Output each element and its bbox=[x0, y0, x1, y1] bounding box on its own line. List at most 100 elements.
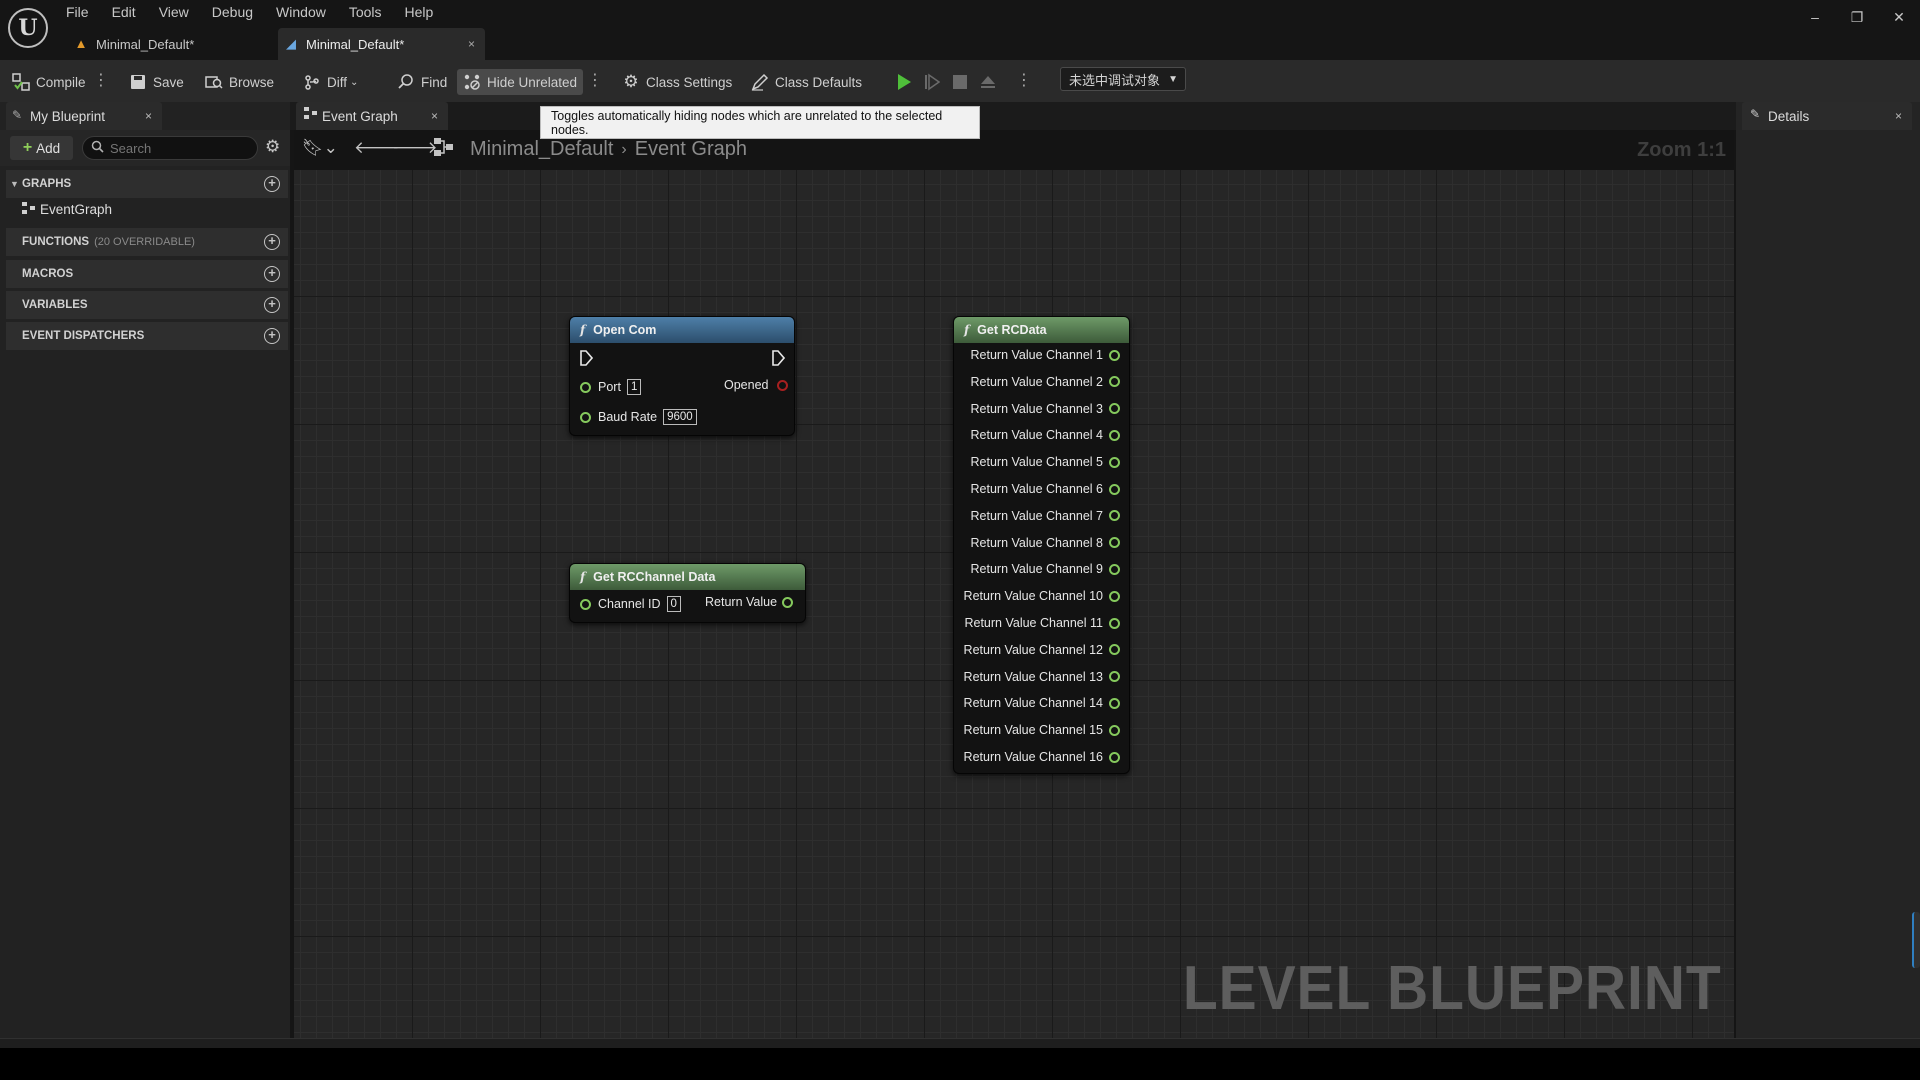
hide-unrelated-button[interactable]: Hide Unrelated bbox=[457, 69, 584, 95]
hide-unrelated-options-icon[interactable]: ⋮ bbox=[587, 70, 603, 92]
panel-resize-handle[interactable] bbox=[1912, 912, 1920, 968]
close-icon[interactable]: × bbox=[145, 109, 152, 123]
rcdata-output-pin[interactable]: Return Value Channel 5 bbox=[971, 455, 1120, 469]
class-settings-label: Class Settings bbox=[646, 74, 733, 90]
rcdata-output-pin[interactable]: Return Value Channel 15 bbox=[964, 723, 1120, 737]
hide-unrelated-icon bbox=[463, 73, 481, 91]
save-button[interactable]: Save bbox=[129, 69, 184, 95]
node-get-rcchannel-data[interactable]: f Get RCChannel Data Channel ID 0 Return… bbox=[569, 563, 806, 623]
menu-edit[interactable]: Edit bbox=[112, 2, 136, 22]
node-header[interactable]: f Get RCData bbox=[954, 317, 1129, 343]
exec-in-pin[interactable] bbox=[579, 350, 593, 366]
add-function-icon[interactable]: + bbox=[264, 234, 280, 250]
node-open-com[interactable]: f Open Com Port 1 Opened Baud Rate 9600 bbox=[569, 316, 795, 436]
breadcrumb-current[interactable]: Event Graph bbox=[635, 138, 747, 161]
exec-out-pin[interactable] bbox=[771, 350, 785, 366]
doc-tab-blueprint[interactable]: ◢ Minimal_Default* × bbox=[278, 28, 485, 60]
rcdata-output-pin[interactable]: Return Value Channel 7 bbox=[971, 509, 1120, 523]
close-icon[interactable]: × bbox=[1895, 109, 1902, 123]
category-variables[interactable]: VARIABLES + bbox=[6, 291, 288, 319]
close-tab-icon[interactable]: × bbox=[468, 37, 475, 51]
channel-id-value-input[interactable]: 0 bbox=[666, 596, 681, 612]
category-macros[interactable]: MACROS + bbox=[6, 260, 288, 288]
rcdata-output-pin[interactable]: Return Value Channel 2 bbox=[971, 375, 1120, 389]
search-input[interactable] bbox=[110, 140, 240, 156]
compile-options-icon[interactable]: ⋮ bbox=[93, 70, 109, 92]
rcdata-output-pin[interactable]: Return Value Channel 8 bbox=[971, 536, 1120, 550]
baud-rate-value-input[interactable]: 9600 bbox=[663, 409, 697, 425]
compile-button[interactable]: Compile bbox=[12, 69, 86, 95]
rcdata-output-pin[interactable]: Return Value Channel 16 bbox=[964, 750, 1120, 764]
rcdata-output-pin[interactable]: Return Value Channel 13 bbox=[964, 670, 1120, 684]
settings-gear-icon[interactable]: ⚙ bbox=[265, 137, 280, 157]
eject-icon[interactable] bbox=[974, 69, 1002, 95]
opened-pin[interactable]: Opened bbox=[724, 378, 789, 392]
plus-icon: + bbox=[22, 139, 33, 156]
add-macro-icon[interactable]: + bbox=[264, 266, 280, 282]
pin-circle-icon bbox=[580, 598, 591, 610]
breadcrumb-root[interactable]: Minimal_Default bbox=[470, 138, 613, 161]
node-header[interactable]: f Get RCChannel Data bbox=[570, 564, 805, 590]
find-button[interactable]: Find bbox=[397, 69, 447, 95]
port-value-input[interactable]: 1 bbox=[626, 379, 642, 395]
step-icon[interactable] bbox=[918, 69, 946, 95]
menu-help[interactable]: Help bbox=[405, 2, 434, 22]
close-window-icon[interactable]: ✕ bbox=[1878, 0, 1920, 34]
add-button[interactable]: + Add bbox=[10, 136, 73, 160]
category-graphs[interactable]: ▼ GRAPHS + bbox=[6, 170, 288, 198]
rcdata-output-pin[interactable]: Return Value Channel 12 bbox=[964, 643, 1120, 657]
details-panel: ✎ Details × bbox=[1736, 102, 1920, 1048]
add-variable-icon[interactable]: + bbox=[264, 297, 280, 313]
tab-event-graph[interactable]: Event Graph × bbox=[296, 102, 448, 130]
bookmark-icon[interactable]: 🔖︎⌄ bbox=[302, 138, 338, 158]
menu-debug[interactable]: Debug bbox=[212, 2, 253, 22]
toolbar: Compile ⋮ Save Browse Diff ⌄ Find Hide U… bbox=[0, 60, 1920, 102]
node-header[interactable]: f Open Com bbox=[570, 317, 794, 343]
menu-window[interactable]: Window bbox=[276, 2, 326, 22]
minimize-icon[interactable]: – bbox=[1794, 0, 1836, 34]
pin-circle-icon bbox=[1109, 563, 1120, 575]
menu-view[interactable]: View bbox=[159, 2, 189, 22]
stop-icon[interactable] bbox=[946, 69, 974, 95]
rcdata-output-pin[interactable]: Return Value Channel 4 bbox=[971, 428, 1120, 442]
class-settings-button[interactable]: ⚙ Class Settings bbox=[622, 69, 732, 95]
rcdata-output-pin[interactable]: Return Value Channel 9 bbox=[971, 562, 1120, 576]
rcdata-output-pin[interactable]: Return Value Channel 14 bbox=[964, 696, 1120, 710]
add-dispatcher-icon[interactable]: + bbox=[264, 328, 280, 344]
tab-details[interactable]: ✎ Details × bbox=[1742, 102, 1912, 130]
class-defaults-button[interactable]: Class Defaults bbox=[751, 69, 862, 95]
category-functions[interactable]: FUNCTIONS (20 OVERRIDABLE) + bbox=[6, 228, 288, 256]
diff-button[interactable]: Diff ⌄ bbox=[303, 69, 358, 95]
pin-circle-icon bbox=[1109, 590, 1120, 602]
play-options-icon[interactable]: ⋮ bbox=[1016, 70, 1032, 92]
restore-icon[interactable]: ❐ bbox=[1836, 0, 1878, 34]
unreal-logo-icon[interactable]: U bbox=[8, 8, 48, 48]
tab-my-blueprint[interactable]: ✎ My Blueprint × bbox=[6, 102, 162, 130]
category-event-dispatchers[interactable]: EVENT DISPATCHERS + bbox=[6, 322, 288, 350]
menu-tools[interactable]: Tools bbox=[349, 2, 382, 22]
menu-bar: File Edit View Debug Window Tools Help bbox=[66, 2, 456, 22]
forward-arrow-icon[interactable]: 🡒 bbox=[392, 138, 438, 158]
return-value-pin[interactable]: Return Value bbox=[705, 595, 794, 609]
diff-icon bbox=[303, 73, 321, 91]
add-graph-icon[interactable]: + bbox=[264, 176, 280, 192]
doc-tab-level[interactable]: ▲ Minimal_Default* bbox=[68, 28, 272, 60]
rcdata-output-pin[interactable]: Return Value Channel 11 bbox=[964, 616, 1120, 630]
search-field[interactable] bbox=[82, 136, 258, 160]
graph-canvas[interactable]: f Open Com Port 1 Opened Baud Rate 9600 … bbox=[294, 170, 1734, 1038]
debug-object-dropdown[interactable]: 未选中调试对象 ▼ bbox=[1060, 67, 1186, 91]
rcdata-output-pin[interactable]: Return Value Channel 1 bbox=[971, 348, 1120, 362]
baud-rate-pin[interactable]: Baud Rate 9600 bbox=[580, 409, 697, 425]
play-icon[interactable] bbox=[890, 69, 918, 95]
menu-file[interactable]: File bbox=[66, 2, 89, 22]
channel-id-pin[interactable]: Channel ID 0 bbox=[580, 596, 681, 612]
close-icon[interactable]: × bbox=[431, 109, 438, 123]
rcdata-output-pin[interactable]: Return Value Channel 10 bbox=[964, 589, 1120, 603]
port-pin[interactable]: Port 1 bbox=[580, 379, 642, 395]
pin-circle-icon bbox=[1109, 751, 1120, 763]
browse-button[interactable]: Browse bbox=[205, 69, 274, 95]
rcdata-output-pin[interactable]: Return Value Channel 6 bbox=[971, 482, 1120, 496]
node-get-rcdata[interactable]: f Get RCData Return Value Channel 1 Retur… bbox=[953, 316, 1130, 774]
graph-item-eventgraph[interactable]: EventGraph bbox=[22, 198, 112, 220]
rcdata-output-pin[interactable]: Return Value Channel 3 bbox=[971, 402, 1120, 416]
